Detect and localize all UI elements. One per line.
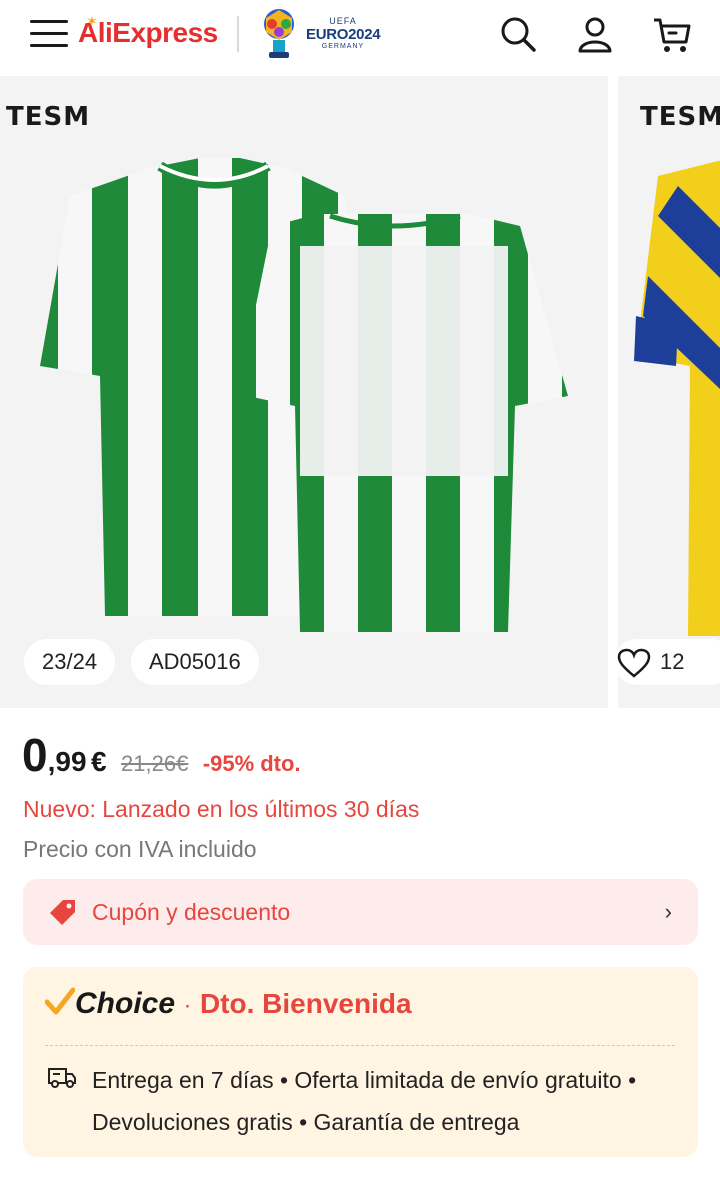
vat-label: Precio con IVA incluido: [23, 836, 257, 862]
new-arrival-label: Nuevo: Lanzado en los últimos 30 días: [23, 796, 420, 822]
product-code-chip: AD05016: [131, 639, 259, 685]
product-image-1[interactable]: TESM 23/24 AD05016: [0, 76, 608, 708]
product-image-carousel[interactable]: TESM 23/24 AD05016 TESM 12: [0, 76, 720, 708]
euro-trophy-icon: [264, 9, 294, 58]
choice-label: Choice: [75, 987, 176, 1020]
tag-icon: [50, 900, 75, 925]
top-header: ✶ AliExpress UEFA EURO2024 GERMANY: [0, 0, 720, 76]
wishlist-count: 12: [660, 649, 685, 674]
price-integer: 0: [22, 729, 48, 781]
season-chip: 23/24: [24, 639, 116, 685]
truck-icon: [48, 1068, 76, 1088]
checkmark-icon: [45, 987, 75, 1015]
discount-badge: -95% dto.: [202, 751, 301, 776]
price-decimal: ,99: [47, 746, 87, 777]
delivery-benefits-text: Entrega en 7 días • Oferta limitada de e…: [92, 1067, 637, 1135]
aliexpress-logo[interactable]: ✶ AliExpress: [78, 13, 218, 57]
product-image-2[interactable]: TESM: [618, 76, 720, 708]
euro-text: EURO2024: [306, 26, 381, 43]
chevron-right-icon: ›: [664, 899, 672, 924]
choice-separator: ·: [183, 992, 192, 1019]
coupon-button[interactable]: Cupón y descuento ›: [23, 879, 698, 945]
euro2024-badge: UEFA EURO2024 GERMANY: [306, 16, 381, 50]
price-row: 0,99 € 21,26€ -95% dto.: [22, 728, 301, 781]
menu-icon[interactable]: [30, 18, 68, 50]
welcome-discount-label: Dto. Bienvenida: [199, 988, 412, 1019]
heart-icon: [617, 648, 651, 678]
user-icon[interactable]: [575, 14, 615, 54]
choice-panel[interactable]: Choice · Dto. Bienvenida Entrega en 7 dí…: [23, 967, 698, 1157]
header-divider: [237, 16, 239, 52]
cart-icon[interactable]: [652, 14, 692, 54]
original-price: 21,26€: [121, 751, 189, 776]
choice-header: Choice · Dto. Bienvenida: [45, 987, 412, 1021]
wishlist-button[interactable]: 12: [614, 639, 720, 685]
coupon-label: Cupón y descuento: [92, 899, 291, 925]
country-text: GERMANY: [321, 43, 365, 50]
price-currency: €: [90, 746, 107, 777]
jersey-illustration: [40, 158, 568, 632]
search-icon[interactable]: [498, 14, 538, 54]
uefa-text: UEFA: [329, 16, 357, 26]
yellow-jersey-illustration: [634, 160, 720, 636]
dashed-divider: [45, 1045, 675, 1046]
